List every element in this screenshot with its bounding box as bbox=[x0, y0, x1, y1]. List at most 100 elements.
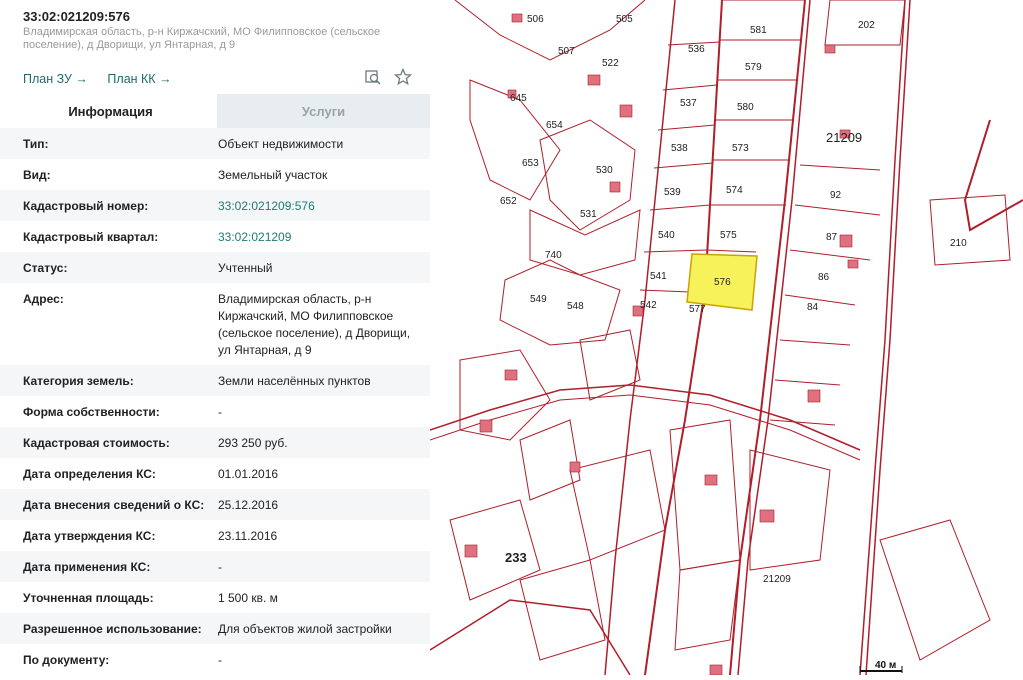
table-row: Кадастровая стоимость: 293 250 руб. bbox=[0, 427, 430, 458]
row-label: Разрешенное использование: bbox=[23, 622, 202, 636]
svg-text:538: 538 bbox=[671, 143, 688, 154]
svg-text:652: 652 bbox=[500, 196, 517, 207]
row-label: Кадастровый номер: bbox=[23, 199, 149, 213]
address-subtitle: Владимирская область, р-н Киржачский, МО… bbox=[23, 26, 381, 51]
row-label: Дата утверждения КС: bbox=[23, 529, 156, 543]
svg-text:537: 537 bbox=[680, 98, 697, 109]
svg-text:581: 581 bbox=[750, 25, 767, 36]
svg-text:522: 522 bbox=[602, 58, 619, 69]
row-value: 25.12.2016 bbox=[218, 498, 279, 512]
row-label: По документу: bbox=[23, 653, 110, 667]
row-label: Уточненная площадь: bbox=[23, 591, 154, 605]
table-row: Дата определения КС: 01.01.2016 bbox=[0, 458, 430, 489]
table-row: По документу: - bbox=[0, 644, 430, 675]
row-value: Для объектов жилой застройки bbox=[218, 622, 392, 636]
row-value: 01.01.2016 bbox=[218, 467, 279, 481]
svg-text:540: 540 bbox=[658, 230, 675, 241]
row-value: Объект недвижимости bbox=[218, 137, 344, 151]
svg-text:541: 541 bbox=[650, 271, 667, 282]
header-actions bbox=[364, 68, 412, 86]
row-value: Владимирская область, р-н Киржачский, МО… bbox=[218, 292, 411, 357]
svg-text:86: 86 bbox=[818, 272, 830, 283]
row-value: Учтенный bbox=[218, 261, 273, 275]
svg-text:202: 202 bbox=[858, 20, 875, 31]
svg-text:573: 573 bbox=[732, 143, 749, 154]
table-row: Дата применения КС: - bbox=[0, 551, 430, 582]
plan-kk-link[interactable]: План КК → bbox=[107, 72, 171, 86]
svg-text:654: 654 bbox=[546, 120, 563, 131]
map-canvas[interactable]: 506 505 581 202 536 579 507 522 645 537 … bbox=[429, 0, 1023, 676]
svg-text:530: 530 bbox=[596, 165, 613, 176]
row-label: Вид: bbox=[23, 168, 51, 182]
svg-text:210: 210 bbox=[950, 238, 967, 249]
cadastral-map[interactable]: 506 505 581 202 536 579 507 522 645 537 … bbox=[429, 0, 1023, 676]
row-label: Адрес: bbox=[23, 292, 64, 306]
row-value: 23.11.2016 bbox=[218, 529, 278, 543]
row-label: Дата определения КС: bbox=[23, 467, 156, 481]
table-row: Тип: Объект недвижимости bbox=[0, 128, 430, 159]
svg-text:536: 536 bbox=[688, 44, 705, 55]
svg-text:87: 87 bbox=[826, 232, 838, 243]
svg-text:506: 506 bbox=[527, 14, 544, 25]
svg-text:548: 548 bbox=[567, 301, 584, 312]
svg-text:539: 539 bbox=[664, 187, 681, 198]
tab-services[interactable]: Услуги bbox=[217, 94, 430, 128]
row-label: Форма собственности: bbox=[23, 405, 160, 419]
svg-text:84: 84 bbox=[807, 302, 819, 313]
svg-text:740: 740 bbox=[545, 250, 562, 261]
svg-text:653: 653 bbox=[522, 158, 539, 169]
svg-text:21209: 21209 bbox=[763, 574, 791, 585]
svg-text:505: 505 bbox=[616, 14, 633, 25]
panel-tabs: Информация Услуги bbox=[4, 94, 430, 128]
row-label: Категория земель: bbox=[23, 374, 134, 388]
svg-text:577: 577 bbox=[689, 304, 706, 315]
svg-text:575: 575 bbox=[720, 230, 737, 241]
svg-text:92: 92 bbox=[830, 190, 842, 201]
scale-label: 40 м bbox=[875, 660, 896, 671]
svg-text:21209: 21209 bbox=[826, 130, 862, 145]
svg-text:580: 580 bbox=[737, 102, 754, 113]
row-value: - bbox=[218, 653, 222, 667]
table-row: Адрес: Владимирская область, р-н Киржачс… bbox=[0, 283, 430, 365]
table-row: Кадастровый квартал: 33:02:021209 bbox=[0, 221, 430, 252]
svg-text:531: 531 bbox=[580, 209, 597, 220]
row-value: 293 250 руб. bbox=[218, 436, 288, 450]
row-label: Статус: bbox=[23, 261, 68, 275]
table-row: Форма собственности: - bbox=[0, 396, 430, 427]
cadastral-number-title: 33:02:021209:576 bbox=[23, 9, 130, 24]
table-row: Статус: Учтенный bbox=[0, 252, 430, 283]
cadastral-quarter-link[interactable]: 33:02:021209 bbox=[218, 229, 423, 246]
plan-links: План ЗУ → План КК → bbox=[23, 72, 188, 86]
table-row: Категория земель: Земли населённых пункт… bbox=[0, 365, 430, 396]
cadastral-number-link[interactable]: 33:02:021209:576 bbox=[218, 198, 423, 215]
search-map-icon[interactable] bbox=[364, 68, 382, 86]
svg-text:507: 507 bbox=[558, 46, 575, 57]
table-row: Кадастровый номер: 33:02:021209:576 bbox=[0, 190, 430, 221]
info-panel: 33:02:021209:576 Владимирская область, р… bbox=[0, 0, 431, 675]
row-value: Земельный участок bbox=[218, 168, 328, 182]
table-row: Дата внесения сведений о КС: 25.12.2016 bbox=[0, 489, 430, 520]
svg-text:579: 579 bbox=[745, 62, 762, 73]
svg-text:542: 542 bbox=[640, 300, 657, 311]
tab-info[interactable]: Информация bbox=[4, 94, 217, 128]
row-label: Кадастровая стоимость: bbox=[23, 436, 170, 450]
row-value: 1 500 кв. м bbox=[218, 591, 278, 605]
svg-text:549: 549 bbox=[530, 294, 547, 305]
row-value: Земли населённых пунктов bbox=[218, 374, 371, 388]
table-row: Разрешенное использование: Для объектов … bbox=[0, 613, 430, 644]
table-row: Вид: Земельный участок bbox=[0, 159, 430, 190]
row-value: - bbox=[218, 405, 222, 419]
row-label: Дата внесения сведений о КС: bbox=[23, 498, 205, 512]
table-row: Уточненная площадь: 1 500 кв. м bbox=[0, 582, 430, 613]
svg-text:645: 645 bbox=[510, 93, 527, 104]
svg-text:574: 574 bbox=[726, 185, 743, 196]
star-icon[interactable] bbox=[394, 68, 412, 86]
svg-text:576: 576 bbox=[714, 277, 731, 288]
svg-text:233: 233 bbox=[505, 550, 527, 565]
row-label: Дата применения КС: bbox=[23, 560, 151, 574]
row-label: Тип: bbox=[23, 137, 49, 151]
row-value: - bbox=[218, 560, 222, 574]
table-row: Дата утверждения КС: 23.11.2016 bbox=[0, 520, 430, 551]
row-label: Кадастровый квартал: bbox=[23, 230, 159, 244]
plan-zu-link[interactable]: План ЗУ → bbox=[23, 72, 88, 86]
